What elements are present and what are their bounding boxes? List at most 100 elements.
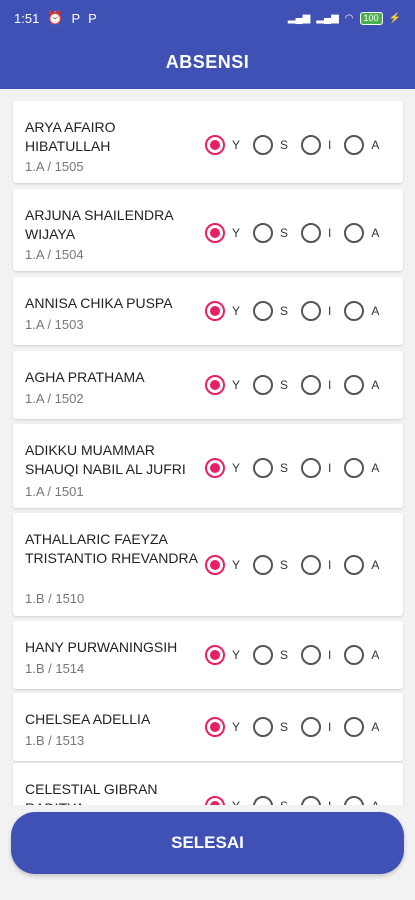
option-a[interactable]: A bbox=[344, 223, 379, 243]
option-label: S bbox=[280, 648, 289, 662]
battery-icon: 100 bbox=[359, 11, 383, 25]
radio-icon[interactable] bbox=[253, 301, 274, 321]
radio-selected-icon[interactable] bbox=[205, 301, 225, 321]
option-i[interactable]: I bbox=[301, 223, 331, 243]
option-y[interactable]: Y bbox=[205, 717, 240, 737]
parking-icon: P bbox=[88, 10, 97, 26]
option-y[interactable]: Y bbox=[205, 301, 240, 321]
option-i[interactable]: I bbox=[301, 458, 331, 478]
option-label: Y bbox=[232, 304, 241, 318]
option-i[interactable]: I bbox=[301, 717, 331, 737]
radio-icon[interactable] bbox=[344, 645, 365, 665]
option-s[interactable]: S bbox=[253, 223, 288, 243]
radio-icon[interactable] bbox=[301, 458, 322, 478]
option-a[interactable]: A bbox=[344, 135, 379, 155]
option-y[interactable]: Y bbox=[205, 135, 240, 155]
alarm-icon: ⏰ bbox=[47, 10, 64, 25]
attendance-options: Y S I A bbox=[205, 555, 392, 575]
radio-icon[interactable] bbox=[301, 796, 322, 805]
option-label: A bbox=[371, 138, 380, 152]
option-a[interactable]: A bbox=[344, 645, 379, 665]
option-y[interactable]: Y bbox=[205, 645, 240, 665]
radio-icon[interactable] bbox=[301, 301, 322, 321]
option-label: I bbox=[328, 558, 332, 572]
option-label: I bbox=[328, 138, 332, 152]
option-label: A bbox=[371, 799, 379, 805]
option-a[interactable]: A bbox=[344, 555, 379, 575]
radio-icon[interactable] bbox=[253, 555, 274, 575]
option-s[interactable]: S bbox=[253, 301, 288, 321]
student-name: CELESTIAL GIBRAN RADITYA bbox=[25, 781, 158, 805]
option-y[interactable]: Y bbox=[205, 458, 240, 478]
radio-icon[interactable] bbox=[344, 223, 365, 243]
student-card: ARYA AFAIRO HIBATULLAH 1.A / 1505 Y S I … bbox=[13, 101, 403, 183]
radio-selected-icon[interactable] bbox=[205, 223, 225, 243]
option-label: I bbox=[328, 226, 332, 240]
option-label: S bbox=[280, 720, 289, 734]
radio-selected-icon[interactable] bbox=[205, 717, 225, 737]
radio-selected-icon[interactable] bbox=[205, 555, 225, 575]
option-s[interactable]: S bbox=[253, 717, 288, 737]
radio-icon[interactable] bbox=[344, 717, 365, 737]
radio-icon[interactable] bbox=[344, 375, 365, 395]
radio-icon[interactable] bbox=[253, 135, 274, 155]
radio-selected-icon[interactable] bbox=[205, 375, 225, 395]
option-a[interactable]: A bbox=[344, 458, 379, 478]
radio-icon[interactable] bbox=[301, 555, 322, 575]
radio-selected-icon[interactable] bbox=[205, 458, 225, 478]
radio-icon[interactable] bbox=[253, 645, 274, 665]
option-i[interactable]: I bbox=[301, 135, 331, 155]
student-name: ATHALLARIC FAEYZA TRISTANTIO RHEVANDRA bbox=[25, 531, 198, 566]
option-a[interactable]: A bbox=[344, 717, 379, 737]
radio-icon[interactable] bbox=[344, 458, 365, 478]
option-a[interactable]: A bbox=[344, 796, 379, 805]
option-a[interactable]: A bbox=[344, 375, 379, 395]
option-y[interactable]: Y bbox=[205, 223, 240, 243]
option-s[interactable]: S bbox=[253, 375, 288, 395]
radio-icon[interactable] bbox=[253, 717, 274, 737]
radio-icon[interactable] bbox=[253, 375, 274, 395]
option-s[interactable]: S bbox=[253, 796, 288, 805]
radio-icon[interactable] bbox=[301, 135, 322, 155]
option-label: S bbox=[280, 378, 289, 392]
radio-icon[interactable] bbox=[344, 135, 365, 155]
option-i[interactable]: I bbox=[301, 301, 331, 321]
student-name: ADIKKU MUAMMAR SHAUQI NABIL AL JUFRI bbox=[25, 442, 186, 477]
radio-icon[interactable] bbox=[253, 458, 274, 478]
attendance-list[interactable]: ARYA AFAIRO HIBATULLAH 1.A / 1505 Y S I … bbox=[0, 89, 415, 805]
student-name: ARYA AFAIRO HIBATULLAH bbox=[25, 119, 116, 154]
finish-button[interactable]: SELESAI bbox=[11, 812, 404, 874]
student-class-id: 1.A / 1504 bbox=[25, 247, 84, 262]
radio-icon[interactable] bbox=[344, 555, 365, 575]
option-s[interactable]: S bbox=[253, 135, 288, 155]
option-s[interactable]: S bbox=[253, 458, 288, 478]
option-s[interactable]: S bbox=[253, 645, 288, 665]
radio-icon[interactable] bbox=[301, 375, 322, 395]
option-i[interactable]: I bbox=[301, 555, 331, 575]
option-label: A bbox=[371, 226, 380, 240]
student-name: HANY PURWANINGSIH bbox=[25, 639, 178, 655]
radio-icon[interactable] bbox=[301, 645, 322, 665]
option-s[interactable]: S bbox=[253, 555, 288, 575]
option-i[interactable]: I bbox=[301, 375, 331, 395]
radio-icon[interactable] bbox=[301, 223, 322, 243]
radio-icon[interactable] bbox=[253, 796, 274, 805]
radio-selected-icon[interactable] bbox=[205, 796, 225, 805]
student-card: ARJUNA SHAILENDRA WIJAYA 1.A / 1504 Y S … bbox=[13, 189, 403, 271]
option-label: S bbox=[280, 799, 288, 805]
radio-icon[interactable] bbox=[344, 796, 365, 805]
option-y[interactable]: Y bbox=[205, 796, 240, 805]
option-a[interactable]: A bbox=[344, 301, 379, 321]
option-label: A bbox=[371, 378, 380, 392]
option-i[interactable]: I bbox=[301, 796, 331, 805]
radio-icon[interactable] bbox=[301, 717, 322, 737]
radio-icon[interactable] bbox=[253, 223, 274, 243]
option-y[interactable]: Y bbox=[205, 375, 240, 395]
radio-selected-icon[interactable] bbox=[205, 645, 225, 665]
attendance-options: Y S I A bbox=[205, 645, 392, 665]
radio-icon[interactable] bbox=[344, 301, 365, 321]
student-class-id: 1.A / 1503 bbox=[25, 317, 84, 332]
option-i[interactable]: I bbox=[301, 645, 331, 665]
option-y[interactable]: Y bbox=[205, 555, 240, 575]
radio-selected-icon[interactable] bbox=[205, 135, 225, 155]
